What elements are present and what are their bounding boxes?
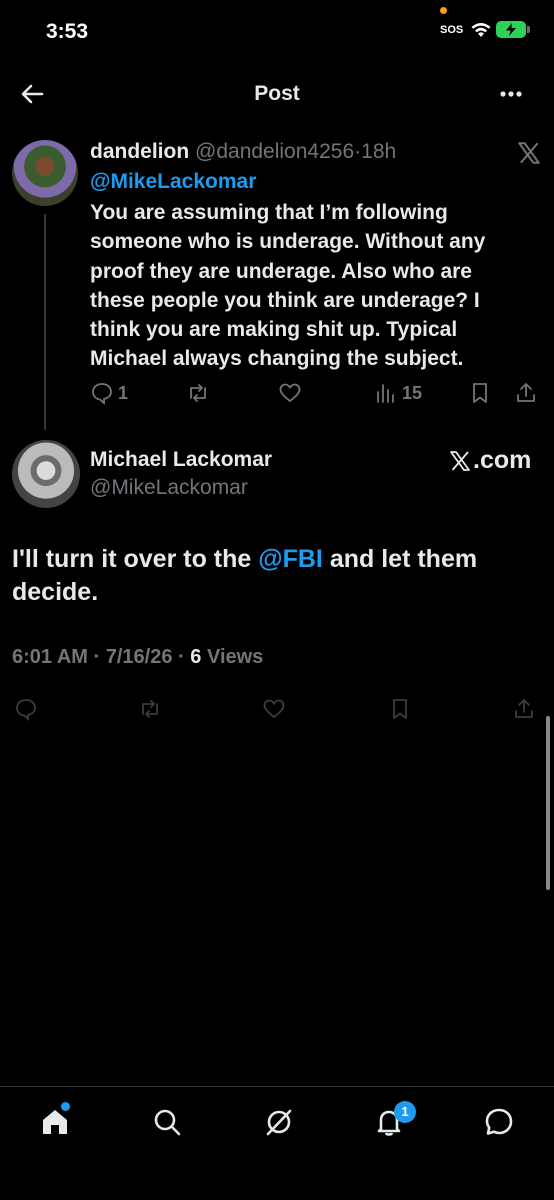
repost-button[interactable]	[138, 694, 162, 724]
views-count: 15	[402, 382, 423, 403]
tweet-date: 7/16/26	[105, 646, 173, 668]
status-bar: 3:53 SOS	[0, 0, 554, 66]
reply-text: You are assuming that I’m following some…	[90, 201, 486, 371]
repost-button[interactable]	[186, 378, 210, 408]
share-button[interactable]	[512, 694, 536, 724]
reply-author-row: dandelion @dandelion4256·18h	[90, 140, 396, 164]
home-new-indicator	[61, 1102, 70, 1111]
page-title: Post	[254, 82, 300, 105]
tab-messages[interactable]	[482, 1105, 516, 1139]
like-button[interactable]	[278, 378, 302, 408]
tweet-meta: 6:01 AM · 7/16/26 · 6 Views	[12, 646, 263, 669]
tab-notifications[interactable]: 1	[372, 1101, 416, 1139]
tab-grok[interactable]	[262, 1105, 296, 1139]
tab-search[interactable]	[150, 1105, 184, 1139]
privacy-indicator-dot	[440, 7, 447, 14]
battery-icon	[496, 21, 526, 38]
source-label: .com	[448, 446, 531, 475]
like-button[interactable]	[262, 694, 286, 724]
share-button[interactable]	[514, 378, 538, 408]
repost-icon	[142, 700, 158, 718]
separator-dot: ·	[93, 646, 101, 668]
reply-action-bar: 1 15	[0, 378, 554, 408]
bookmark-button[interactable]	[468, 378, 492, 408]
reply-count: 1	[118, 382, 129, 403]
x-logo-icon	[518, 142, 540, 164]
reply-mention-link[interactable]: @MikeLackomar	[90, 170, 256, 194]
display-name[interactable]: Michael Lackomar	[90, 448, 272, 472]
notifications-badge: 1	[394, 1101, 416, 1123]
views-label[interactable]: Views	[207, 646, 263, 668]
messages-icon	[485, 1108, 513, 1135]
bookmark-button[interactable]	[388, 694, 412, 724]
x-logo-icon	[450, 450, 470, 471]
analytics-icon	[377, 384, 394, 403]
more-options-icon[interactable]	[496, 80, 526, 108]
bookmark-icon	[393, 699, 407, 719]
comment-icon	[92, 383, 112, 405]
tweet-text: I'll turn it over to the @FBI and let th…	[12, 543, 532, 609]
heart-icon	[279, 383, 301, 403]
heart-icon	[263, 699, 285, 719]
sos-indicator: SOS	[440, 24, 464, 36]
repost-icon	[190, 384, 206, 402]
avatar[interactable]	[12, 140, 78, 206]
tweet-time: 6:01 AM	[12, 646, 88, 668]
bottom-tab-bar: 1	[0, 1086, 554, 1200]
share-icon	[515, 699, 533, 718]
scrollbar[interactable]	[546, 716, 550, 890]
fbi-mention-link[interactable]: @FBI	[258, 545, 323, 573]
post-header: Post	[0, 66, 554, 122]
status-time: 3:53	[46, 20, 89, 43]
reply-button[interactable]: 1	[90, 378, 128, 408]
avatar[interactable]	[12, 440, 80, 508]
wifi-icon	[471, 23, 491, 37]
display-name[interactable]: dandelion	[90, 140, 189, 163]
bookmark-icon	[473, 383, 487, 403]
main-action-bar	[0, 694, 554, 724]
timestamp: 18h	[361, 140, 397, 163]
reply-button[interactable]	[14, 694, 38, 724]
grok-icon	[266, 1109, 292, 1136]
battery-cap	[527, 26, 530, 33]
parent-reply-tweet[interactable]: dandelion @dandelion4256·18h @MikeLackom…	[0, 134, 554, 430]
user-handle[interactable]: @dandelion4256	[195, 140, 354, 163]
user-handle[interactable]: @MikeLackomar	[90, 476, 248, 500]
comment-icon	[16, 699, 36, 721]
source-label-text: .com	[473, 446, 532, 474]
views-button[interactable]: 15	[374, 378, 422, 408]
share-icon	[517, 383, 535, 402]
views-count[interactable]: 6	[190, 646, 201, 668]
search-icon	[154, 1109, 181, 1136]
tweet-text-start: I'll turn it over to the	[12, 545, 259, 573]
separator-dot: ·	[178, 646, 185, 668]
